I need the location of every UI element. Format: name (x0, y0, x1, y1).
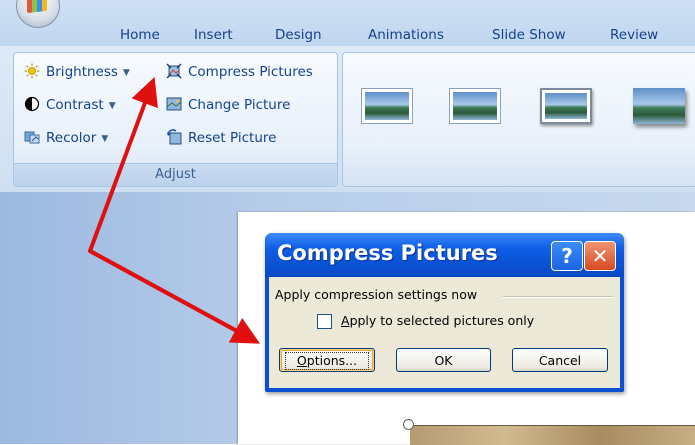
help-button[interactable]: ? (551, 241, 583, 271)
chevron-down-icon: ▼ (108, 101, 116, 111)
dialog-titlebar[interactable]: Compress Pictures ? ✕ (265, 233, 624, 277)
chevron-down-icon: ▼ (122, 68, 130, 78)
tab-review[interactable]: Review (610, 27, 658, 43)
reset-picture-icon (167, 129, 182, 145)
label-text: pply to selected pictures only (349, 313, 535, 328)
recolor-label: Recolor (46, 130, 97, 146)
change-picture-button[interactable]: Change Picture (166, 95, 290, 115)
ribbon-tab-bar: Home Insert Design Animations Slide Show… (0, 0, 695, 47)
ribbon: Brightness ▼ Contrast ▼ Recolor ▼ Compress … (0, 46, 695, 192)
adjust-group-label: Adjust (14, 163, 337, 186)
tab-design[interactable]: Design (275, 27, 322, 43)
picture-style-thumbnail[interactable] (633, 88, 685, 124)
office-button[interactable] (16, 0, 60, 28)
cancel-button[interactable]: Cancel (512, 348, 608, 372)
tab-home[interactable]: Home (120, 27, 160, 43)
access-key: O (296, 353, 307, 368)
slide-picture[interactable] (410, 425, 695, 445)
apply-selected-only-checkbox[interactable] (317, 314, 332, 329)
picture-styles-group (342, 52, 695, 187)
apply-selected-only-label[interactable]: Apply to selected pictures only (341, 313, 534, 328)
close-button[interactable]: ✕ (584, 241, 616, 271)
compress-pictures-label: Compress Pictures (188, 64, 313, 80)
brightness-icon (24, 63, 40, 79)
dialog-title: Compress Pictures (277, 241, 498, 265)
contrast-button[interactable]: Contrast ▼ (24, 95, 116, 115)
reset-picture-button[interactable]: Reset Picture (166, 128, 276, 148)
picture-style-thumbnail[interactable] (540, 88, 592, 124)
recolor-button[interactable]: Recolor ▼ (24, 128, 108, 148)
brightness-button[interactable]: Brightness ▼ (24, 62, 130, 82)
change-picture-icon (166, 97, 182, 111)
office-logo-icon (27, 0, 47, 14)
chevron-down-icon: ▼ (101, 134, 109, 144)
contrast-icon (24, 96, 40, 112)
ok-button[interactable]: OK (396, 348, 491, 372)
dialog-body: Apply compression settings now Apply to … (269, 277, 620, 388)
adjust-group: Brightness ▼ Contrast ▼ Recolor ▼ Compress … (13, 52, 338, 187)
tab-animations[interactable]: Animations (368, 27, 444, 43)
rotation-handle[interactable] (403, 419, 414, 430)
group-divider (503, 296, 613, 298)
compress-pictures-button[interactable]: Compress Pictures (166, 62, 313, 82)
tab-slide-show[interactable]: Slide Show (492, 27, 566, 43)
change-picture-label: Change Picture (188, 97, 291, 113)
options-button[interactable]: Options... (279, 348, 375, 372)
compression-settings-heading: Apply compression settings now (275, 287, 478, 302)
reset-picture-label: Reset Picture (188, 130, 277, 146)
button-label: ptions... (306, 353, 358, 368)
brightness-label: Brightness (46, 64, 118, 80)
access-key: A (341, 313, 350, 328)
contrast-label: Contrast (46, 97, 104, 113)
compress-pictures-dialog: Compress Pictures ? ✕ Apply compression … (265, 233, 624, 392)
picture-style-thumbnail[interactable] (361, 88, 413, 124)
compress-pictures-icon (166, 63, 182, 79)
picture-style-thumbnail[interactable] (449, 88, 501, 124)
recolor-icon (24, 131, 40, 144)
tab-insert[interactable]: Insert (194, 27, 233, 43)
